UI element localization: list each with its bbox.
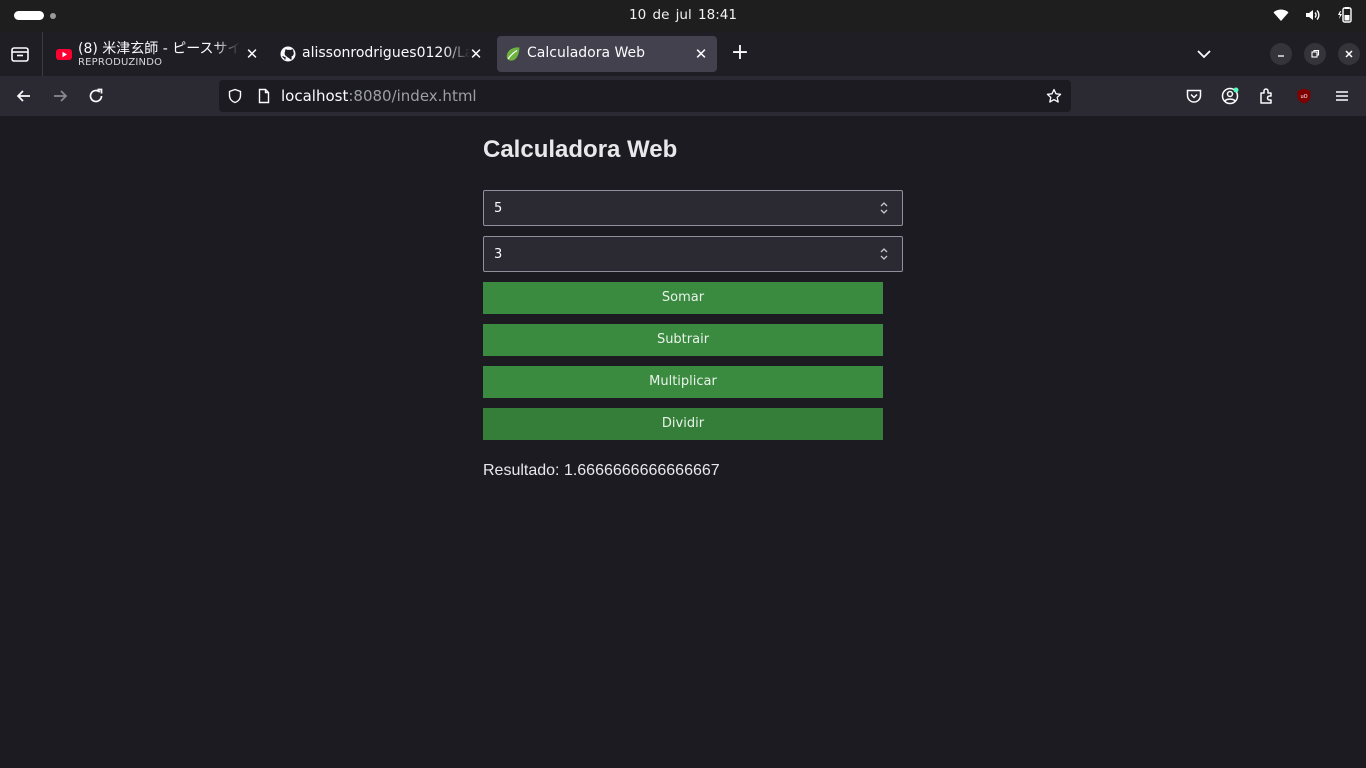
tab-calculadora[interactable]: Calculadora Web ✕	[497, 36, 717, 72]
volume-icon	[1304, 6, 1322, 24]
tab-title-fade	[444, 36, 470, 72]
result-text: Resultado: 1.6666666666666667	[483, 462, 720, 479]
back-button[interactable]	[12, 84, 36, 108]
star-icon[interactable]	[1046, 88, 1062, 104]
puzzle-icon	[1260, 88, 1272, 104]
close-tab-icon[interactable]: ✕	[244, 46, 260, 62]
reload-button[interactable]	[84, 84, 108, 108]
arrow-right-icon	[54, 90, 68, 102]
tab-playing-label: REPRODUZINDO	[78, 57, 163, 68]
page-icon[interactable]	[256, 88, 272, 104]
tab-github[interactable]: alissonrodrigues0120/Lab ✕	[272, 36, 492, 72]
tab-title-fade	[214, 36, 240, 72]
account-icon	[1221, 87, 1239, 105]
extensions-button[interactable]	[1255, 84, 1279, 108]
url-text[interactable]: localhost:8080/index.html	[281, 87, 477, 105]
wifi-icon	[1272, 6, 1290, 24]
close-window-button[interactable]	[1338, 43, 1360, 65]
divide-button[interactable]: Dividir	[483, 408, 883, 440]
pocket-icon	[1186, 89, 1202, 103]
firefox-view-icon	[11, 47, 29, 62]
os-top-bar: 10 de jul 18:41	[0, 0, 1366, 32]
firefox-view-button[interactable]	[8, 42, 32, 66]
close-tab-icon[interactable]: ✕	[468, 46, 484, 62]
hamburger-menu-icon	[1336, 91, 1348, 101]
number-input-2[interactable]	[483, 236, 903, 272]
pocket-button[interactable]	[1182, 84, 1206, 108]
spring-leaf-icon	[505, 46, 521, 62]
ublock-origin-icon: uO	[1297, 88, 1311, 104]
account-button[interactable]	[1218, 84, 1242, 108]
reload-icon	[89, 88, 103, 103]
system-tray[interactable]	[1272, 6, 1354, 24]
navigation-toolbar: localhost:8080/index.html uO	[0, 76, 1366, 116]
subtract-button[interactable]: Subtrair	[483, 324, 883, 356]
youtube-icon	[56, 46, 72, 62]
address-bar[interactable]: localhost:8080/index.html	[219, 80, 1071, 112]
spinner-icon[interactable]	[876, 200, 892, 216]
close-tab-icon[interactable]: ✕	[693, 46, 709, 62]
page-title: Calculadora Web	[483, 136, 678, 163]
close-icon	[1345, 50, 1353, 58]
url-path: :8080/index.html	[348, 87, 477, 105]
tab-strip: (8) 米津玄師 - ピースサイン REPRODUZINDO ✕ alisson…	[0, 32, 1366, 76]
github-icon	[280, 46, 296, 62]
minimize-icon	[1278, 55, 1284, 57]
list-all-tabs-button[interactable]	[1194, 44, 1214, 64]
add-button[interactable]: Somar	[483, 282, 883, 314]
url-host: localhost	[281, 87, 349, 105]
page-content: Calculadora Web Somar Subtrair Multiplic…	[0, 116, 1366, 768]
restore-button[interactable]	[1304, 43, 1326, 65]
number-field-1[interactable]	[484, 191, 864, 225]
shield-icon[interactable]	[227, 88, 243, 104]
arrow-left-icon	[16, 90, 30, 102]
battery-icon	[1336, 6, 1354, 24]
new-tab-button[interactable]: +	[729, 42, 751, 65]
number-field-2[interactable]	[484, 237, 864, 271]
ublock-button[interactable]: uO	[1292, 84, 1316, 108]
spinner-icon[interactable]	[876, 246, 892, 262]
menu-button[interactable]	[1330, 84, 1354, 108]
minimize-button[interactable]	[1270, 43, 1292, 65]
multiply-button[interactable]: Multiplicar	[483, 366, 883, 398]
forward-button[interactable]	[48, 84, 72, 108]
tab-title: Calculadora Web	[527, 45, 646, 61]
number-input-1[interactable]	[483, 190, 903, 226]
tab-separator	[42, 32, 43, 76]
clock[interactable]: 10 de jul 18:41	[0, 7, 1366, 23]
svg-text:uO: uO	[1300, 94, 1307, 100]
tab-youtube[interactable]: (8) 米津玄師 - ピースサイン REPRODUZINDO ✕	[48, 36, 268, 72]
restore-icon	[1311, 49, 1320, 58]
chevron-down-icon	[1197, 50, 1211, 59]
